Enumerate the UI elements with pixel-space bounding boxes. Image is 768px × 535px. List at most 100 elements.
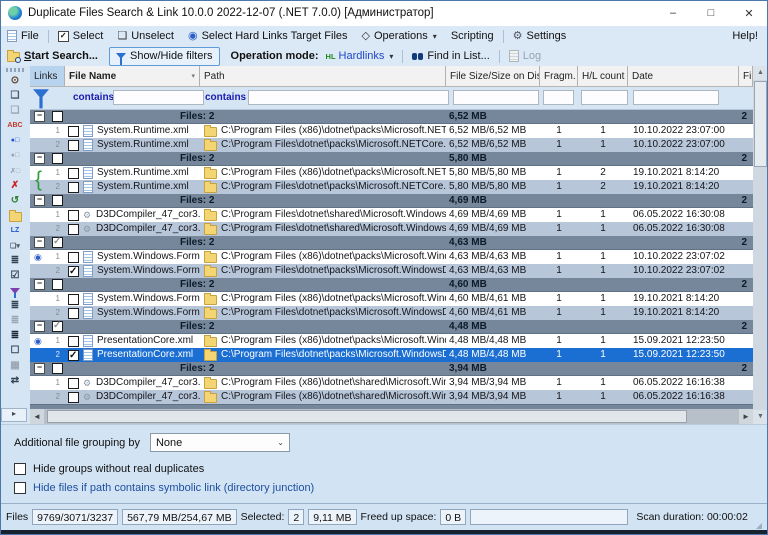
collapse-group-icon[interactable]: − <box>34 279 45 290</box>
hide-groups-checkbox[interactable] <box>14 463 26 475</box>
file-row[interactable]: 1System.Windows.Forms.xmlC:\Program File… <box>30 292 753 306</box>
select-by-extension-icon[interactable]: ☑ <box>4 268 26 283</box>
menu-scripting[interactable]: Scripting <box>444 27 501 45</box>
file-row[interactable]: 2System.Runtime.xmlC:\Program Files\dotn… <box>30 138 753 152</box>
log-button[interactable]: Log <box>502 47 548 65</box>
collapse-group-icon[interactable]: − <box>34 153 45 164</box>
horizontal-scrollbar-thumb[interactable] <box>47 410 687 423</box>
group-checkbox[interactable] <box>52 279 63 290</box>
recycle-bin-icon[interactable]: ↺ <box>4 193 26 208</box>
row-checkbox[interactable] <box>68 294 79 305</box>
file-row[interactable]: 2PresentationCore.xmlC:\Program Files\do… <box>30 348 753 362</box>
name-filter-input[interactable] <box>113 90 204 105</box>
file-row[interactable]: ◉1PresentationCore.xmlC:\Program Files (… <box>30 334 753 348</box>
group-checkbox[interactable] <box>52 195 63 206</box>
file-row[interactable]: {1System.Runtime.xmlC:\Program Files (x8… <box>30 166 753 180</box>
hardlink-count-filter-input[interactable] <box>581 90 628 105</box>
menu-select-hardlink-targets[interactable]: ◉ Select Hard Links Target Files <box>181 27 355 45</box>
group-header-row[interactable]: −Files: 23,94 MB2 <box>30 362 753 376</box>
menu-settings[interactable]: ⚙ Settings <box>506 27 574 45</box>
unlink-disabled-icon[interactable]: ✗□ <box>4 163 26 178</box>
row-checkbox[interactable] <box>68 308 79 319</box>
create-hardlinks-icon[interactable]: ●□ <box>4 133 26 148</box>
date-filter-input[interactable] <box>633 90 719 105</box>
hardlink-disabled-icon[interactable]: ●□ <box>4 148 26 163</box>
group-header-row[interactable]: −Files: 26,52 MB2 <box>30 110 753 124</box>
file-row[interactable]: ◉1System.Windows.Forms.xmlC:\Program Fil… <box>30 250 753 264</box>
scroll-right-icon[interactable]: ► <box>739 409 753 424</box>
row-checkbox[interactable] <box>68 378 79 389</box>
group-checkbox[interactable] <box>52 237 63 248</box>
start-search-button[interactable]: Start Search... <box>0 47 105 65</box>
collapse-group-icon[interactable]: − <box>34 237 45 248</box>
size-filter-input[interactable] <box>453 90 539 105</box>
extension-box-icon[interactable]: ☐ <box>4 343 26 358</box>
file-row[interactable]: 2⚙D3DCompiler_47_cor3.dllC:\Program File… <box>30 390 753 404</box>
row-checkbox[interactable] <box>68 392 79 403</box>
column-header-files[interactable]: Files <box>739 66 753 86</box>
column-header-file-size-size-on-disk[interactable]: File Size/Size on Disk <box>446 66 540 86</box>
menu-help[interactable]: Help! <box>725 27 768 45</box>
row-checkbox[interactable] <box>68 224 79 235</box>
file-row[interactable]: 1System.Runtime.xmlC:\Program Files (x86… <box>30 124 753 138</box>
file-row[interactable]: 2⚙D3DCompiler_47_cor3.dllC:\Program File… <box>30 222 753 236</box>
collapse-group-icon[interactable]: − <box>34 363 45 374</box>
group-header-row[interactable]: −Files: 24,63 MB2 <box>30 236 753 250</box>
show-hide-filters-button[interactable]: Show/Hide filters <box>109 47 220 66</box>
hide-symlink-checkbox[interactable] <box>14 482 26 494</box>
move-to-folder-icon[interactable] <box>4 208 26 223</box>
column-header-date[interactable]: Date <box>628 66 739 86</box>
horizontal-scrollbar[interactable]: ◄ ► <box>30 409 753 424</box>
row-checkbox[interactable] <box>68 182 79 193</box>
menu-operations[interactable]: ◇ Operations ▾ <box>355 27 444 45</box>
path-filter-input[interactable] <box>248 90 449 105</box>
list-report-icon[interactable]: ≣ <box>4 253 26 268</box>
expand-all-groups-icon[interactable]: ❏ <box>4 88 26 103</box>
file-row[interactable]: 2System.Windows.Forms.xmlC:\Program File… <box>30 264 753 278</box>
grouping-select[interactable]: None ⌄ <box>150 433 290 452</box>
collapse-all-groups-icon[interactable]: ❏ <box>4 103 26 118</box>
toolbar-grip[interactable] <box>6 68 24 72</box>
preview-icon[interactable]: ⊙ <box>4 73 26 88</box>
list-disabled-icon[interactable]: ≣ <box>4 313 26 328</box>
file-row[interactable]: 1⚙D3DCompiler_47_cor3.dllC:\Program File… <box>30 208 753 222</box>
column-header-file-name[interactable]: File Name▾ <box>65 66 200 86</box>
column-header-fragm-[interactable]: Fragm. <box>540 66 578 86</box>
collapse-group-icon[interactable]: − <box>34 195 45 206</box>
copy-list-dropdown-icon[interactable]: ❏▾ <box>4 238 26 253</box>
row-checkbox[interactable] <box>68 168 79 179</box>
resize-grip[interactable]: ◢ <box>756 521 762 530</box>
column-header-links[interactable]: Links <box>30 66 65 86</box>
row-checkbox[interactable] <box>68 266 79 277</box>
row-checkbox[interactable] <box>68 210 79 221</box>
row-checkbox[interactable] <box>68 140 79 151</box>
file-row[interactable]: 2System.Runtime.xmlC:\Program Files\dotn… <box>30 180 753 194</box>
maximize-button[interactable]: □ <box>692 0 730 26</box>
scroll-left-icon[interactable]: ◄ <box>30 409 44 424</box>
vertical-scrollbar-thumb[interactable] <box>754 81 767 167</box>
row-checkbox[interactable] <box>68 350 79 361</box>
group-checkbox[interactable] <box>52 111 63 122</box>
list-marked-icon[interactable]: ≣ <box>4 328 26 343</box>
group-checkbox[interactable] <box>52 153 63 164</box>
vertical-scrollbar[interactable]: ▲ ▼ <box>753 66 768 424</box>
collapse-group-icon[interactable]: − <box>34 111 45 122</box>
file-row[interactable]: 2System.Windows.Forms.xmlC:\Program File… <box>30 306 753 320</box>
lz-compress-icon[interactable]: LZ <box>4 223 26 238</box>
group-checkbox[interactable] <box>52 321 63 332</box>
filter-selected-icon[interactable] <box>4 283 26 298</box>
row-checkbox[interactable] <box>68 252 79 263</box>
collapse-group-icon[interactable]: − <box>34 321 45 332</box>
fragments-filter-input[interactable] <box>543 90 574 105</box>
scroll-down-icon[interactable]: ▼ <box>753 410 768 424</box>
file-row[interactable]: 1⚙D3DCompiler_47_cor3.dllC:\Program File… <box>30 376 753 390</box>
list-all-icon[interactable]: ≣ <box>4 298 26 313</box>
column-header-path[interactable]: Path <box>200 66 446 86</box>
find-in-list-button[interactable]: Find in List... <box>405 47 496 65</box>
group-header-row[interactable]: −Files: 24,69 MB2 <box>30 194 753 208</box>
menu-select[interactable]: ✓ Select <box>51 27 111 45</box>
scroll-up-icon[interactable]: ▲ <box>753 66 768 80</box>
row-checkbox[interactable] <box>68 336 79 347</box>
menu-unselect[interactable]: ❏ Unselect <box>110 27 181 45</box>
toolbar-overflow-button[interactable]: ▸ <box>1 408 27 422</box>
